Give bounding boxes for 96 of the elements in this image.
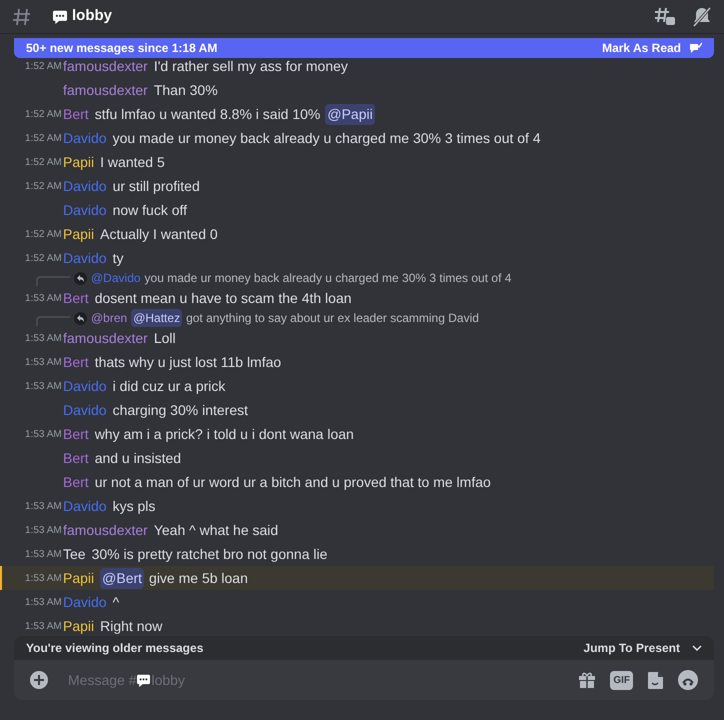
user-mention[interactable]: @Bert bbox=[100, 568, 144, 588]
timestamp: 1:52 AM bbox=[25, 132, 63, 146]
chevron-down-icon bbox=[692, 645, 702, 651]
author-name[interactable]: Davido bbox=[63, 400, 107, 420]
author-name[interactable]: Davido bbox=[63, 200, 107, 220]
author-name[interactable]: famousdexter bbox=[63, 56, 148, 76]
new-messages-banner[interactable]: 50+ new messages since 1:18 AM Mark As Read bbox=[14, 38, 714, 58]
reply-author[interactable]: @Davido bbox=[91, 269, 141, 287]
message-text: now fuck off bbox=[112, 200, 188, 220]
timestamp: 1:53 AM bbox=[25, 292, 63, 306]
gift-icon[interactable] bbox=[578, 671, 596, 689]
author-name[interactable]: Davido bbox=[63, 496, 107, 516]
timestamp: 1:52 AM bbox=[25, 60, 63, 74]
author-name[interactable]: Davido bbox=[63, 376, 107, 396]
author-name[interactable]: Papii bbox=[63, 568, 94, 588]
message-text: i did cuz ur a prick bbox=[112, 376, 226, 396]
author-name[interactable]: Davido bbox=[63, 248, 107, 268]
message-text: ty bbox=[112, 248, 124, 268]
reply-connector bbox=[36, 316, 70, 326]
message-text: and u insisted bbox=[94, 448, 182, 468]
reply-arrow-icon bbox=[74, 312, 87, 324]
timestamp: 1:53 AM bbox=[25, 572, 63, 586]
timestamp: 1:53 AM bbox=[25, 548, 63, 562]
message-text: I wanted 5 bbox=[100, 152, 165, 172]
reply-connector bbox=[36, 276, 70, 286]
message-text: Yeah ^ what he said bbox=[154, 520, 278, 540]
timestamp: 1:53 AM bbox=[25, 332, 63, 346]
author-name[interactable]: Bert bbox=[63, 448, 89, 468]
timestamp: 1:53 AM bbox=[25, 380, 63, 394]
message-text: ur still profited bbox=[112, 176, 200, 196]
message-text: Than 30% bbox=[154, 80, 218, 100]
message-text: why am i a prick? i told u i dont wana loan bbox=[94, 424, 354, 444]
author-name[interactable]: famousdexter bbox=[63, 80, 148, 100]
message-text: thats why u just lost 11b lmfao bbox=[94, 352, 282, 372]
message-text: Right now bbox=[100, 616, 162, 636]
author-name[interactable]: Tee bbox=[63, 544, 86, 564]
message-text: Loll bbox=[154, 328, 176, 348]
message-text: charging 30% interest bbox=[112, 400, 248, 420]
author-name[interactable]: Davido bbox=[63, 128, 107, 148]
timestamp: 1:53 AM bbox=[25, 524, 63, 538]
message-text: ^ bbox=[112, 592, 120, 612]
speech-bubble-icon bbox=[136, 674, 152, 686]
banner-text: 50+ new messages since 1:18 AM bbox=[26, 40, 218, 57]
author-name[interactable]: Bert bbox=[63, 424, 89, 444]
author-name[interactable]: Papii bbox=[63, 616, 94, 636]
user-mention[interactable]: @Hattez bbox=[131, 309, 182, 327]
gif-button[interactable]: GIF bbox=[610, 670, 633, 690]
jump-to-present-link[interactable]: Jump To Present bbox=[584, 639, 680, 657]
hashtag-icon bbox=[12, 6, 32, 26]
timestamp: 1:53 AM bbox=[25, 620, 63, 634]
timestamp: 1:53 AM bbox=[25, 356, 63, 370]
placeholder-text: Message # bbox=[68, 670, 136, 690]
older-messages-text: You're viewing older messages bbox=[26, 640, 204, 657]
author-name[interactable]: Bert bbox=[63, 352, 89, 372]
author-name[interactable]: Bert bbox=[63, 104, 89, 124]
author-name[interactable]: famousdexter bbox=[63, 520, 148, 540]
mark-as-read-link[interactable]: Mark As Read bbox=[602, 39, 681, 57]
placeholder-channel: lobby bbox=[151, 670, 185, 690]
message-text: stfu lmfao u wanted 8.8% i said 10% bbox=[94, 104, 320, 124]
message-text: got anything to say about ur ex leader scamming David bbox=[186, 310, 479, 327]
user-mention[interactable]: @Papii bbox=[325, 104, 375, 124]
message-text: give me 5b loan bbox=[149, 568, 248, 588]
author-name[interactable]: Davido bbox=[63, 176, 107, 196]
author-name[interactable]: Papii bbox=[63, 224, 94, 244]
sticker-icon[interactable] bbox=[647, 670, 664, 690]
author-name[interactable]: Papii bbox=[63, 152, 94, 172]
timestamp: 1:53 AM bbox=[25, 596, 63, 610]
add-icon[interactable] bbox=[30, 671, 48, 689]
author-name[interactable]: Bert bbox=[63, 288, 89, 308]
channel-name: lobby bbox=[72, 6, 112, 26]
message-text: 30% is pretty ratchet bro not gonna lie bbox=[92, 544, 328, 564]
timestamp: 1:52 AM bbox=[25, 228, 63, 242]
message-input-field[interactable]: Message # lobby GIF bbox=[14, 660, 714, 700]
timestamp: 1:52 AM bbox=[25, 108, 63, 122]
timestamp: 1:52 AM bbox=[25, 156, 63, 170]
message-text: you made ur money back already u charged me 30% 3 times out of 4 bbox=[112, 128, 541, 148]
timestamp: 1:52 AM bbox=[25, 252, 63, 266]
author-name[interactable]: Davido bbox=[63, 592, 107, 612]
message-text: I'd rather sell my ass for money bbox=[154, 56, 348, 76]
reply-arrow-icon bbox=[74, 272, 87, 284]
timestamp: 1:53 AM bbox=[25, 500, 63, 514]
message-text: you made ur money back already u charged me 30% 3 times out of 4 bbox=[144, 270, 512, 287]
emoji-icon[interactable] bbox=[678, 670, 698, 690]
author-name[interactable]: Bert bbox=[63, 472, 89, 492]
author-name[interactable]: famousdexter bbox=[63, 328, 148, 348]
message-text: ur not a man of ur word ur a bitch and u proved that to me lmfao bbox=[94, 472, 491, 492]
mark-read-icon bbox=[689, 42, 702, 54]
speech-bubble-icon bbox=[52, 10, 68, 24]
muted-bell-icon[interactable] bbox=[692, 6, 712, 28]
reply-author[interactable]: @bren bbox=[91, 309, 128, 327]
timestamp: 1:52 AM bbox=[25, 180, 63, 194]
timestamp: 1:53 AM bbox=[25, 428, 63, 442]
message-text: dosent mean u have to scam the 4th loan bbox=[94, 288, 352, 308]
threads-icon[interactable] bbox=[654, 6, 676, 28]
message-text: kys pls bbox=[112, 496, 156, 516]
message-text: Actually I wanted 0 bbox=[100, 224, 218, 244]
